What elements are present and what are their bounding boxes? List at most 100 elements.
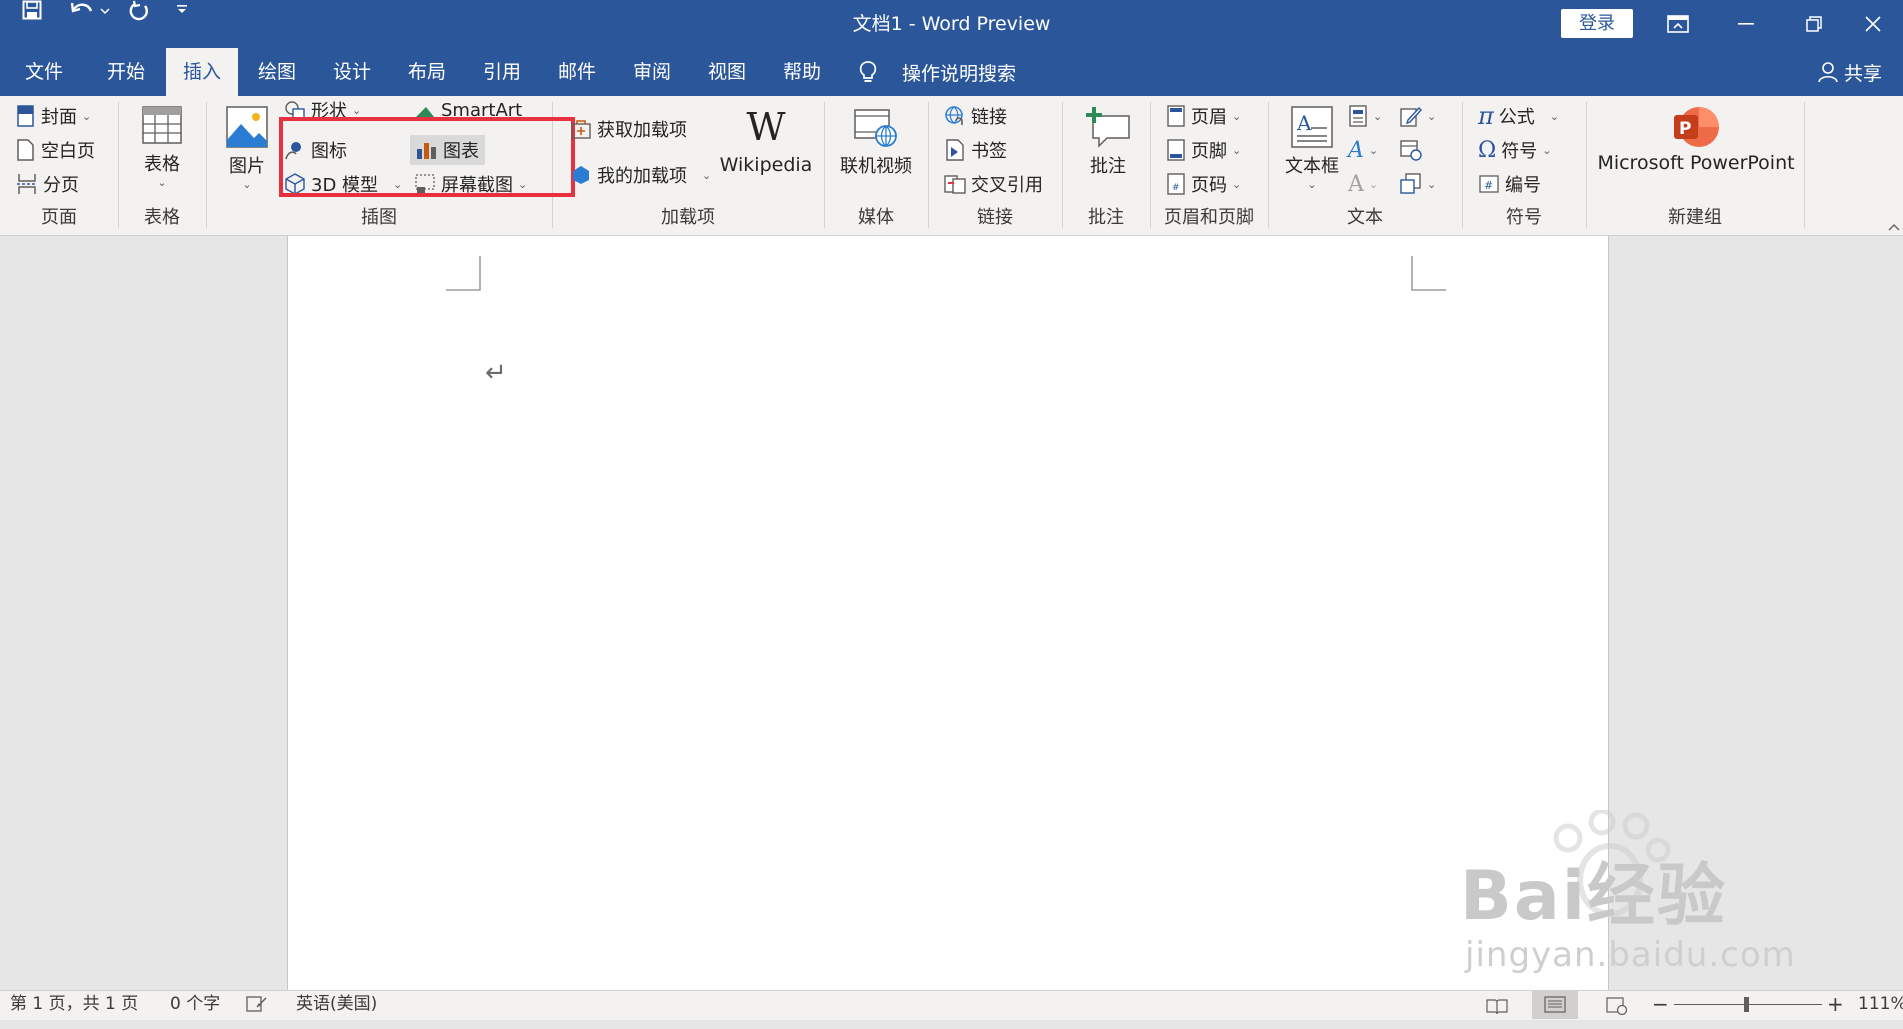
tab-help[interactable]: 帮助 xyxy=(764,48,840,96)
group-label-tables: 表格 xyxy=(144,207,180,228)
undo-dropdown-icon[interactable] xyxy=(100,0,116,19)
text-box-button[interactable]: A 文本框 ⌄ xyxy=(1280,106,1344,191)
tab-insert[interactable]: 插入 xyxy=(166,48,238,96)
online-video-icon xyxy=(854,109,897,147)
quick-parts-icon xyxy=(1349,105,1367,127)
drop-cap-button[interactable]: A ⌄ xyxy=(1348,169,1378,199)
minimize-icon[interactable] xyxy=(1716,0,1776,48)
group-label-text: 文本 xyxy=(1347,207,1383,228)
page-break-button[interactable]: 分页 xyxy=(16,169,79,199)
addin-icon xyxy=(573,166,589,184)
tab-layout[interactable]: 布局 xyxy=(390,48,464,96)
tab-draw[interactable]: 绘图 xyxy=(240,48,314,96)
chevron-down-icon: ⌄ xyxy=(1232,109,1242,123)
group-separator xyxy=(1804,102,1805,228)
customize-toolbar-icon[interactable] xyxy=(176,0,196,19)
page-number-button[interactable]: # 页码 ⌄ xyxy=(1166,169,1241,199)
page-number-icon: # xyxy=(1167,173,1185,195)
page-count-status[interactable]: 第 1 页，共 1 页 xyxy=(10,990,138,1019)
proofing-icon[interactable] xyxy=(246,994,268,1014)
equation-button[interactable]: π 公式 ⌄ xyxy=(1478,101,1559,131)
new-comment-icon xyxy=(1086,107,1130,148)
read-mode-icon[interactable] xyxy=(1486,996,1508,1025)
object-button[interactable]: ⌄ xyxy=(1400,169,1436,199)
bookmark-icon xyxy=(946,139,964,161)
cross-reference-button[interactable]: 交叉引用 xyxy=(944,169,1043,199)
svg-text:#: # xyxy=(1484,179,1493,192)
wikipedia-icon: W xyxy=(746,105,786,149)
zoom-in-button[interactable]: + xyxy=(1827,990,1844,1019)
collapse-ribbon-icon[interactable] xyxy=(1888,216,1900,235)
ribbon-display-options-icon[interactable] xyxy=(1648,0,1708,48)
store-icon xyxy=(571,120,591,139)
get-addins-button[interactable]: 获取加载项 xyxy=(570,114,687,144)
wordart-button[interactable]: A ⌄ xyxy=(1348,135,1378,165)
print-layout-icon[interactable] xyxy=(1532,990,1578,1019)
chevron-down-icon: ⌄ xyxy=(1549,109,1559,123)
tab-home[interactable]: 开始 xyxy=(88,48,164,96)
signature-line-button[interactable]: ⌄ xyxy=(1400,101,1436,131)
link-button[interactable]: 链接 xyxy=(944,101,1007,131)
omega-icon: Ω xyxy=(1478,137,1497,163)
zoom-out-button[interactable]: − xyxy=(1652,990,1669,1019)
page-break-icon xyxy=(17,174,37,194)
save-icon[interactable] xyxy=(22,0,60,24)
tell-me-search[interactable]: 操作说明搜索 xyxy=(858,48,1016,96)
group-label-pages: 页面 xyxy=(41,207,77,228)
chevron-down-icon: ⌄ xyxy=(1232,177,1242,191)
language-status[interactable]: 英语(美国) xyxy=(296,990,377,1019)
pictures-button[interactable]: 图片 ⌄ xyxy=(220,106,274,191)
zoom-slider-thumb[interactable] xyxy=(1744,997,1749,1012)
online-video-button[interactable]: 联机视频 xyxy=(836,106,916,178)
chevron-down-icon: ⌄ xyxy=(1542,143,1552,157)
group-label-media: 媒体 xyxy=(858,207,894,228)
login-button[interactable]: 登录 xyxy=(1561,9,1633,38)
paragraph-mark[interactable]: ↵ xyxy=(485,358,507,388)
blank-page-button[interactable]: 空白页 xyxy=(16,135,95,165)
share-button[interactable]: 共享 xyxy=(1818,48,1882,96)
chevron-down-icon: ⌄ xyxy=(702,168,712,182)
chevron-down-icon: ⌄ xyxy=(1232,143,1242,157)
quick-parts-button[interactable]: ⌄ xyxy=(1348,101,1382,131)
chevron-down-icon: ⌄ xyxy=(1427,177,1437,191)
my-addins-button[interactable]: 我的加载项 ⌄ xyxy=(570,160,711,190)
close-icon[interactable] xyxy=(1843,0,1903,48)
tab-design[interactable]: 设计 xyxy=(314,48,390,96)
bookmark-button[interactable]: 书签 xyxy=(944,135,1007,165)
redo-icon[interactable] xyxy=(128,0,158,26)
tab-references[interactable]: 引用 xyxy=(464,48,540,96)
zoom-level[interactable]: 111% xyxy=(1858,990,1903,1019)
web-layout-icon[interactable] xyxy=(1606,996,1628,1025)
number-icon: # xyxy=(1479,175,1499,193)
symbol-button[interactable]: Ω 符号 ⌄ xyxy=(1478,135,1551,165)
wikipedia-button[interactable]: W Wikipedia xyxy=(718,106,814,176)
tab-mailings[interactable]: 邮件 xyxy=(540,48,614,96)
numbering-button[interactable]: # 编号 xyxy=(1478,169,1541,199)
group-label-illustrations: 插图 xyxy=(361,207,397,228)
powerpoint-button[interactable]: P Microsoft PowerPoint xyxy=(1596,104,1796,174)
globe-link-icon xyxy=(945,106,963,125)
undo-icon[interactable] xyxy=(70,0,100,24)
new-comment-button[interactable]: 批注 xyxy=(1076,106,1140,178)
margin-corner-top-left xyxy=(446,256,481,291)
text-box-icon: A xyxy=(1291,106,1333,148)
document-page[interactable] xyxy=(287,236,1609,990)
group-label-new-group: 新建组 xyxy=(1668,207,1722,228)
share-label: 共享 xyxy=(1844,62,1883,85)
chevron-down-icon: ⌄ xyxy=(1427,109,1437,123)
date-time-button[interactable] xyxy=(1400,135,1422,165)
picture-icon xyxy=(226,106,268,148)
signature-line-icon xyxy=(1400,106,1422,127)
table-button[interactable]: 表格 ⌄ xyxy=(132,106,192,189)
header-button[interactable]: 页眉 ⌄ xyxy=(1166,101,1241,131)
restore-icon[interactable] xyxy=(1784,0,1844,48)
margin-corner-top-right xyxy=(1411,256,1446,291)
tab-review[interactable]: 审阅 xyxy=(614,48,690,96)
tab-file[interactable]: 文件 xyxy=(0,48,88,96)
footer-button[interactable]: 页脚 ⌄ xyxy=(1166,135,1241,165)
chevron-down-icon: ⌄ xyxy=(1368,143,1379,157)
tab-view[interactable]: 视图 xyxy=(690,48,764,96)
group-label-comments: 批注 xyxy=(1088,207,1124,228)
cover-page-button[interactable]: 封面 ⌄ xyxy=(16,101,91,131)
word-count-status[interactable]: 0 个字 xyxy=(170,990,220,1019)
